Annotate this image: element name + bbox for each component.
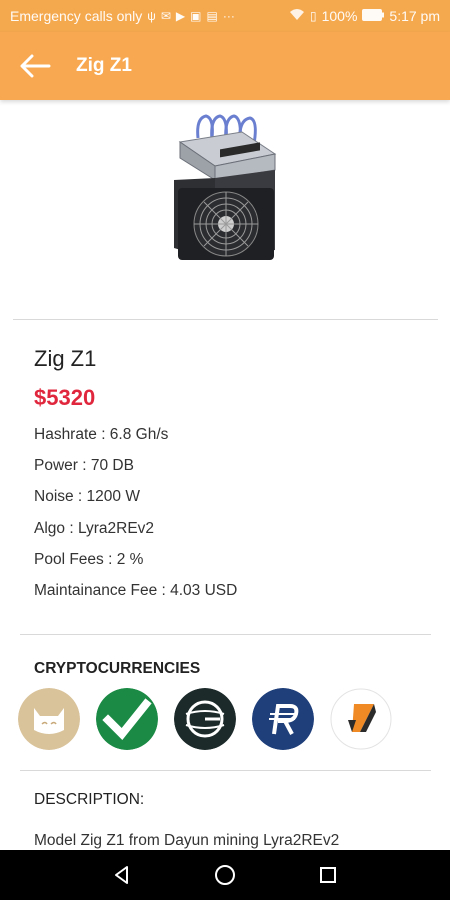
r-coin-icon[interactable] <box>252 688 314 750</box>
battery-percent: 100% <box>321 8 358 24</box>
description-title: DESCRIPTION: <box>34 791 145 808</box>
cast-icon: ▤ <box>206 9 218 23</box>
nav-back-button[interactable] <box>102 855 142 895</box>
back-triangle-icon <box>114 866 128 884</box>
status-right: ▯ 100% 5:17 pm <box>289 8 440 24</box>
spec-maintainance-fee: Maintainance Fee : 4.03 USD <box>34 582 238 599</box>
page-title: Zig Z1 <box>76 55 132 76</box>
product-detail[interactable]: Zig Z1 $5320 Hashrate : 6.8 Gh/s Power :… <box>0 100 450 850</box>
recents-square-icon <box>320 867 337 883</box>
divider <box>20 770 431 771</box>
battery-icon <box>362 8 385 24</box>
product-price: $5320 <box>34 385 96 410</box>
divider <box>13 319 438 320</box>
divider <box>20 634 431 635</box>
status-bar: Emergency calls only ψ ✉ ▶ ▣ ▤ ··· ▯ 100… <box>0 0 450 32</box>
checkmark-coin-icon[interactable] <box>96 688 158 750</box>
back-button[interactable] <box>0 32 70 100</box>
asic-miner-image <box>174 114 277 260</box>
cryptocurrencies-title: CRYPTOCURRENCIES <box>34 660 201 677</box>
g-coin-icon[interactable] <box>174 688 236 750</box>
spec-algo: Algo : Lyra2REv2 <box>34 520 155 537</box>
status-text: Emergency calls only <box>10 8 143 24</box>
coin-list <box>18 688 392 750</box>
arrow-left-icon <box>20 54 51 78</box>
clock: 5:17 pm <box>389 8 440 24</box>
usb-icon: ψ <box>147 9 156 23</box>
nav-home-button[interactable] <box>205 855 245 895</box>
spec-pool-fees: Pool Fees : 2 % <box>34 551 144 568</box>
mail-icon: ✉ <box>160 9 171 23</box>
youtube-icon: ▶ <box>175 9 186 23</box>
system-nav-bar <box>0 850 450 900</box>
photo-icon: ▣ <box>190 9 202 23</box>
orange-arrow-coin-icon[interactable] <box>330 688 392 750</box>
spec-power: Power : 70 DB <box>34 457 134 474</box>
sim-icon: ▯ <box>309 9 317 23</box>
spec-noise: Noise : 1200 W <box>34 488 140 505</box>
cat-coin-icon[interactable] <box>18 688 80 750</box>
status-left: Emergency calls only ψ ✉ ▶ ▣ ▤ ··· <box>10 8 235 24</box>
nav-recents-button[interactable] <box>308 855 348 895</box>
description-text: Model Zig Z1 from Dayun mining Lyra2REv2 <box>34 832 340 849</box>
product-name: Zig Z1 <box>34 346 97 371</box>
wifi-icon <box>289 8 305 24</box>
more-icon: ··· <box>222 9 235 23</box>
home-circle-icon <box>214 865 235 885</box>
app-bar: Zig Z1 <box>0 32 450 100</box>
spec-hashrate: Hashrate : 6.8 Gh/s <box>34 426 169 443</box>
